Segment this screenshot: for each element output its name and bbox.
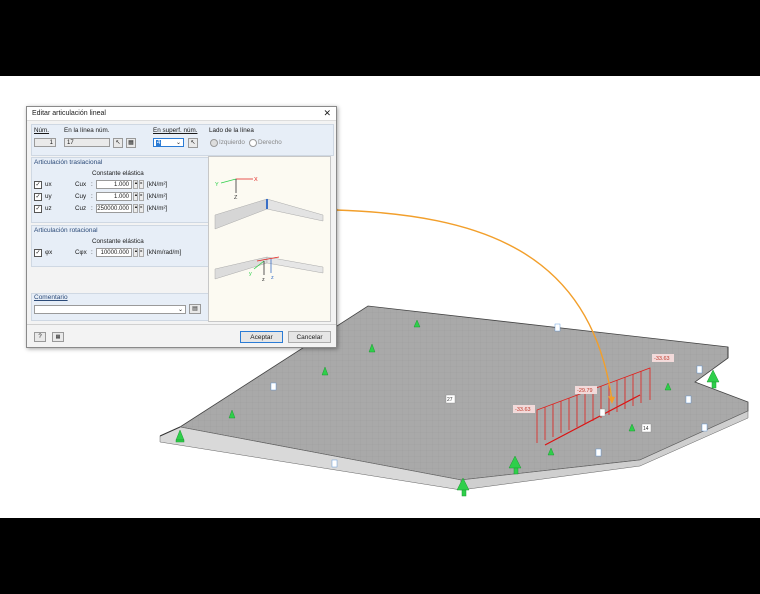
pick-surface-icon[interactable]: ↖ bbox=[188, 138, 198, 148]
chevron-down-icon: ⌄ bbox=[175, 140, 181, 146]
dialog-title: Editar articulación lineal bbox=[32, 110, 106, 117]
side-label: Lado de la línea bbox=[209, 127, 254, 134]
uz-checkbox[interactable]: ✓ bbox=[34, 205, 42, 213]
cuy-arrow[interactable]: ▸ bbox=[139, 192, 144, 201]
svg-text:y: y bbox=[249, 271, 252, 277]
surface-id-27: 27 bbox=[447, 397, 453, 403]
surface-select[interactable]: 4 ⌄ bbox=[153, 138, 184, 147]
cux-spinner[interactable]: ▲▼ bbox=[133, 180, 142, 189]
comment-label: Comentario bbox=[34, 294, 68, 301]
dialog-titlebar[interactable]: Editar articulación lineal ✕ bbox=[27, 107, 336, 121]
svg-text:Y: Y bbox=[215, 182, 219, 188]
cuy-field[interactable]: 1.000 bbox=[96, 192, 132, 201]
help-icon[interactable]: ? bbox=[34, 332, 46, 342]
surface-id-14: 14 bbox=[643, 426, 649, 432]
rot-spring-header: Constante elástica bbox=[92, 238, 144, 245]
cuz-unit: [kN/m²] bbox=[147, 205, 168, 212]
ux-checkbox[interactable]: ✓ bbox=[34, 181, 42, 189]
cuz-arrow[interactable]: ▸ bbox=[139, 204, 144, 213]
cuz-field[interactable]: 250000.000 bbox=[96, 204, 132, 213]
cux-unit: [kN/m²] bbox=[147, 181, 168, 188]
cuy-unit: [kN/m²] bbox=[147, 193, 168, 200]
footer-divider bbox=[27, 324, 336, 325]
uy-checkbox[interactable]: ✓ bbox=[34, 193, 42, 201]
side-left-radio[interactable] bbox=[210, 139, 218, 147]
units-icon[interactable]: ▦ bbox=[52, 332, 64, 342]
bottom-letterbox bbox=[0, 518, 760, 594]
chevron-down-icon: ⌄ bbox=[177, 307, 183, 313]
side-right-radio[interactable] bbox=[249, 139, 257, 147]
cphix-unit: [kNm/rad/m] bbox=[147, 249, 182, 256]
line-label: En la línea núm. bbox=[64, 127, 110, 134]
side-left-label: Izquierdo bbox=[219, 139, 245, 146]
cuy-spinner[interactable]: ▲▼ bbox=[133, 192, 142, 201]
uz-label: uz bbox=[45, 205, 52, 212]
phix-checkbox[interactable]: ✓ bbox=[34, 249, 42, 257]
cuy-label: Cuy bbox=[75, 193, 87, 200]
num-field[interactable]: 1 bbox=[34, 138, 56, 147]
top-letterbox bbox=[0, 0, 760, 76]
num-label: Núm. bbox=[34, 127, 50, 134]
svg-text:z: z bbox=[262, 277, 265, 283]
surface-select-value: 4 bbox=[156, 140, 162, 146]
ux-label: ux bbox=[45, 181, 52, 188]
load-label-right: -33.63 bbox=[654, 356, 670, 362]
pick-line-icon[interactable]: ↖ bbox=[113, 138, 123, 148]
list-icon[interactable]: ▦ bbox=[126, 138, 136, 148]
spring-header: Constante elástica bbox=[92, 170, 144, 177]
side-right-label: Derecho bbox=[258, 139, 282, 146]
cuz-spinner[interactable]: ▲▼ bbox=[133, 204, 142, 213]
cphix-spinner[interactable]: ▲▼ bbox=[133, 248, 142, 257]
cux-field[interactable]: 1.000 bbox=[96, 180, 132, 189]
surface-label: En superf. núm. bbox=[153, 127, 198, 134]
close-icon[interactable]: ✕ bbox=[323, 108, 331, 118]
svg-text:z: z bbox=[271, 275, 274, 281]
uy-label: uy bbox=[45, 193, 52, 200]
cux-arrow[interactable]: ▸ bbox=[139, 180, 144, 189]
cphix-field[interactable]: 10000.000 bbox=[96, 248, 132, 257]
axis-icon: X Y Z bbox=[215, 177, 258, 201]
line-field[interactable]: 17 bbox=[64, 138, 110, 147]
preview-pane: X Y Z y z z bbox=[208, 156, 331, 322]
comment-library-icon[interactable]: ▤ bbox=[189, 304, 201, 314]
cuz-label: Cuz bbox=[75, 205, 87, 212]
load-label-mid: -29.79 bbox=[577, 388, 593, 394]
translational-header: Articulación traslacional bbox=[34, 159, 103, 166]
svg-text:X: X bbox=[254, 177, 258, 183]
cux-label: Cux bbox=[75, 181, 87, 188]
cphix-label: Cφx bbox=[75, 249, 87, 256]
hinge-preview-illustration: X Y Z y z z bbox=[214, 177, 324, 283]
load-label-left: -33.63 bbox=[515, 407, 531, 413]
svg-text:Z: Z bbox=[234, 195, 238, 201]
rotational-header: Articulación rotacional bbox=[34, 227, 98, 234]
cphix-arrow[interactable]: ▸ bbox=[139, 248, 144, 257]
comment-input[interactable]: ⌄ bbox=[34, 305, 186, 314]
phix-label: φx bbox=[45, 249, 53, 256]
cancel-button[interactable]: Cancelar bbox=[288, 331, 331, 343]
ok-button[interactable]: Aceptar bbox=[240, 331, 283, 343]
